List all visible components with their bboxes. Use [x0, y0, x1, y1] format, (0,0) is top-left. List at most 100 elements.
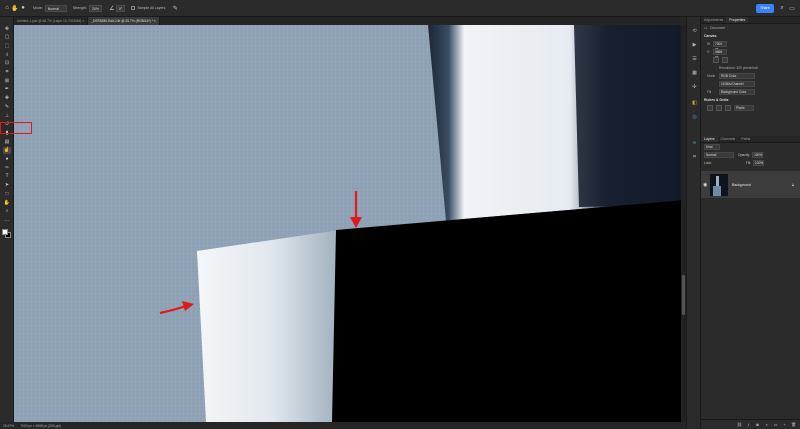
- resolution-text: Resolution: 300 pixels/inch: [719, 66, 759, 70]
- marquee-icon[interactable]: ⬚: [3, 42, 11, 49]
- add-mask-icon[interactable]: ◙: [755, 422, 760, 427]
- width-row: W 7000 px: [701, 40, 800, 51]
- thumbnail-bottle: [713, 185, 721, 196]
- brush-icon[interactable]: ✎: [3, 103, 11, 110]
- canvas-image: [14, 25, 686, 422]
- glyphs-icon[interactable]: ∞: [690, 139, 699, 147]
- units-select[interactable]: Pixels: [734, 105, 754, 111]
- lasso-icon[interactable]: ℓ: [3, 51, 11, 58]
- more-tools-icon[interactable]: …: [3, 216, 11, 223]
- artboard-icon[interactable]: ▢: [3, 34, 11, 41]
- object-select-icon[interactable]: ⊡: [3, 60, 11, 67]
- tab-properties[interactable]: Properties: [726, 17, 749, 23]
- sample-all-layers-control[interactable]: Sample All Layers: [131, 6, 165, 10]
- document-tabs: Untitled-1.psd @ 66.7% (Layer 10, RGB/8#…: [14, 17, 686, 25]
- layers-panel-tabs: Layers Channels Paths: [701, 136, 800, 143]
- strength-input[interactable]: 20%: [88, 4, 102, 12]
- delete-layer-icon[interactable]: 🗑︎: [791, 422, 796, 427]
- paths-icon[interactable]: ⌗: [690, 153, 699, 161]
- workspace-icon[interactable]: ▭: [788, 4, 796, 12]
- strength-control: Strength: 20%: [73, 4, 102, 12]
- adjustment-layer-icon[interactable]: ◑: [764, 422, 769, 427]
- layer-lock-icon[interactable]: 🔒︎: [792, 182, 794, 187]
- layer-background-row[interactable]: ◉ Background 🔒︎: [701, 171, 800, 198]
- tab-channels[interactable]: Channels: [718, 136, 739, 142]
- visibility-eye-icon[interactable]: ◉: [703, 182, 707, 188]
- layer-filter-row: Kind: [701, 143, 800, 151]
- rulers-grids-title[interactable]: Rulers & Grids: [701, 96, 800, 104]
- sample-all-layers-checkbox[interactable]: [131, 6, 136, 10]
- history-icon[interactable]: ⟲: [690, 27, 699, 35]
- brushes-icon[interactable]: ✣: [690, 83, 699, 91]
- pressure-icon[interactable]: ✎: [171, 4, 179, 12]
- mode-select[interactable]: RGB Color: [719, 73, 755, 79]
- canvas-section-title[interactable]: Canvas: [701, 32, 800, 40]
- color-icon[interactable]: ◧: [690, 99, 699, 107]
- eyedropper-icon[interactable]: ✒: [3, 86, 11, 93]
- gradient-icon[interactable]: ▤: [3, 138, 11, 145]
- clone-stamp-icon[interactable]: ⊥: [3, 112, 11, 119]
- pen-icon[interactable]: ✑: [3, 164, 11, 171]
- path-select-icon[interactable]: ➤: [3, 182, 11, 189]
- share-button[interactable]: Share: [756, 4, 774, 13]
- resolution-row: Resolution: 300 pixels/inch: [701, 64, 800, 72]
- vertical-scroll-thumb[interactable]: [682, 275, 685, 315]
- zoom-level[interactable]: 25.67%: [3, 424, 14, 428]
- smudge-tool-preset-icon[interactable]: ✋: [11, 4, 19, 12]
- properties-icon[interactable]: ☰: [690, 55, 699, 63]
- libraries-icon[interactable]: ▦: [690, 69, 699, 77]
- link-layers-icon[interactable]: ⛓: [737, 422, 742, 427]
- fill-opacity-field[interactable]: 100%: [753, 160, 765, 166]
- mode-select[interactable]: Normal: [44, 4, 67, 12]
- tab-layers[interactable]: Layers: [701, 136, 718, 142]
- grid-icon[interactable]: [716, 105, 722, 111]
- opacity-label: Opacity:: [738, 153, 751, 157]
- width-field[interactable]: 7000 px: [713, 41, 727, 51]
- opacity-field[interactable]: 100%: [752, 152, 764, 158]
- foreground-color-swatch[interactable]: [2, 229, 8, 235]
- blend-mode-select[interactable]: Normal: [704, 152, 734, 158]
- fill-select[interactable]: Background Color: [719, 89, 755, 95]
- tab-adjustments[interactable]: Adjustments: [701, 17, 726, 23]
- crop-icon[interactable]: ⌗: [3, 69, 11, 76]
- layer-name[interactable]: Background: [732, 183, 751, 187]
- mode-label: Mode:: [33, 6, 43, 10]
- lock-row: Lock: Fill: 100%: [701, 159, 800, 167]
- options-bar: ⌂ ✋ ● Mode: Normal Strength: 20% ∠ 0° Sa…: [0, 0, 800, 17]
- document-canvas[interactable]: [14, 25, 686, 422]
- actions-icon[interactable]: ▶: [690, 41, 699, 49]
- document-info[interactable]: 7000 px x 4668 px (300 ppi): [20, 424, 61, 428]
- type-icon[interactable]: T: [3, 173, 11, 180]
- frame-icon[interactable]: ⊠: [3, 77, 11, 84]
- search-icon[interactable]: ⌕: [778, 4, 786, 12]
- rulers-row: Pixels: [701, 104, 800, 112]
- zoom-icon[interactable]: ⌕: [3, 208, 11, 215]
- new-group-icon[interactable]: ▭: [773, 422, 778, 427]
- orientation-row: [701, 56, 800, 64]
- height-field[interactable]: 4668 px: [713, 49, 727, 59]
- dodge-icon[interactable]: ●: [3, 156, 11, 163]
- portrait-button[interactable]: [713, 57, 719, 63]
- mode-label: Mode: [707, 74, 716, 78]
- kind-filter-select[interactable]: Kind: [704, 144, 720, 150]
- layers-panel: Layers Channels Paths Kind Normal Opacit…: [701, 136, 800, 429]
- landscape-button[interactable]: [722, 57, 728, 63]
- guides-icon[interactable]: [725, 105, 731, 111]
- brush-preset-icon[interactable]: ●: [19, 4, 27, 12]
- layer-style-icon[interactable]: ƒ: [746, 422, 751, 427]
- smudge-icon[interactable]: ☝: [3, 146, 11, 154]
- bit-depth-select[interactable]: 16 Bits/Channel: [719, 81, 755, 87]
- angle-input[interactable]: 0°: [115, 4, 126, 12]
- ruler-icon[interactable]: [707, 105, 713, 111]
- photoshop-home-icon[interactable]: ⌂: [3, 4, 11, 12]
- tab-untitled[interactable]: Untitled-1.psd @ 66.7% (Layer 10, RGB/8#…: [14, 17, 89, 25]
- spot-heal-icon[interactable]: ✚: [3, 95, 11, 102]
- bottle-dark-side: [332, 200, 686, 422]
- move-icon[interactable]: ✥: [3, 25, 11, 32]
- rectangle-icon[interactable]: □: [3, 190, 11, 197]
- hand-icon[interactable]: ✋: [3, 199, 11, 206]
- tab-dsf8280[interactable]: _DSF8280-Edit-2.tif @ 25.7% (RGB/16*) * …: [88, 17, 160, 25]
- tab-paths[interactable]: Paths: [738, 136, 753, 142]
- swatches-icon[interactable]: ◎: [690, 113, 699, 121]
- new-layer-icon[interactable]: +: [782, 422, 787, 427]
